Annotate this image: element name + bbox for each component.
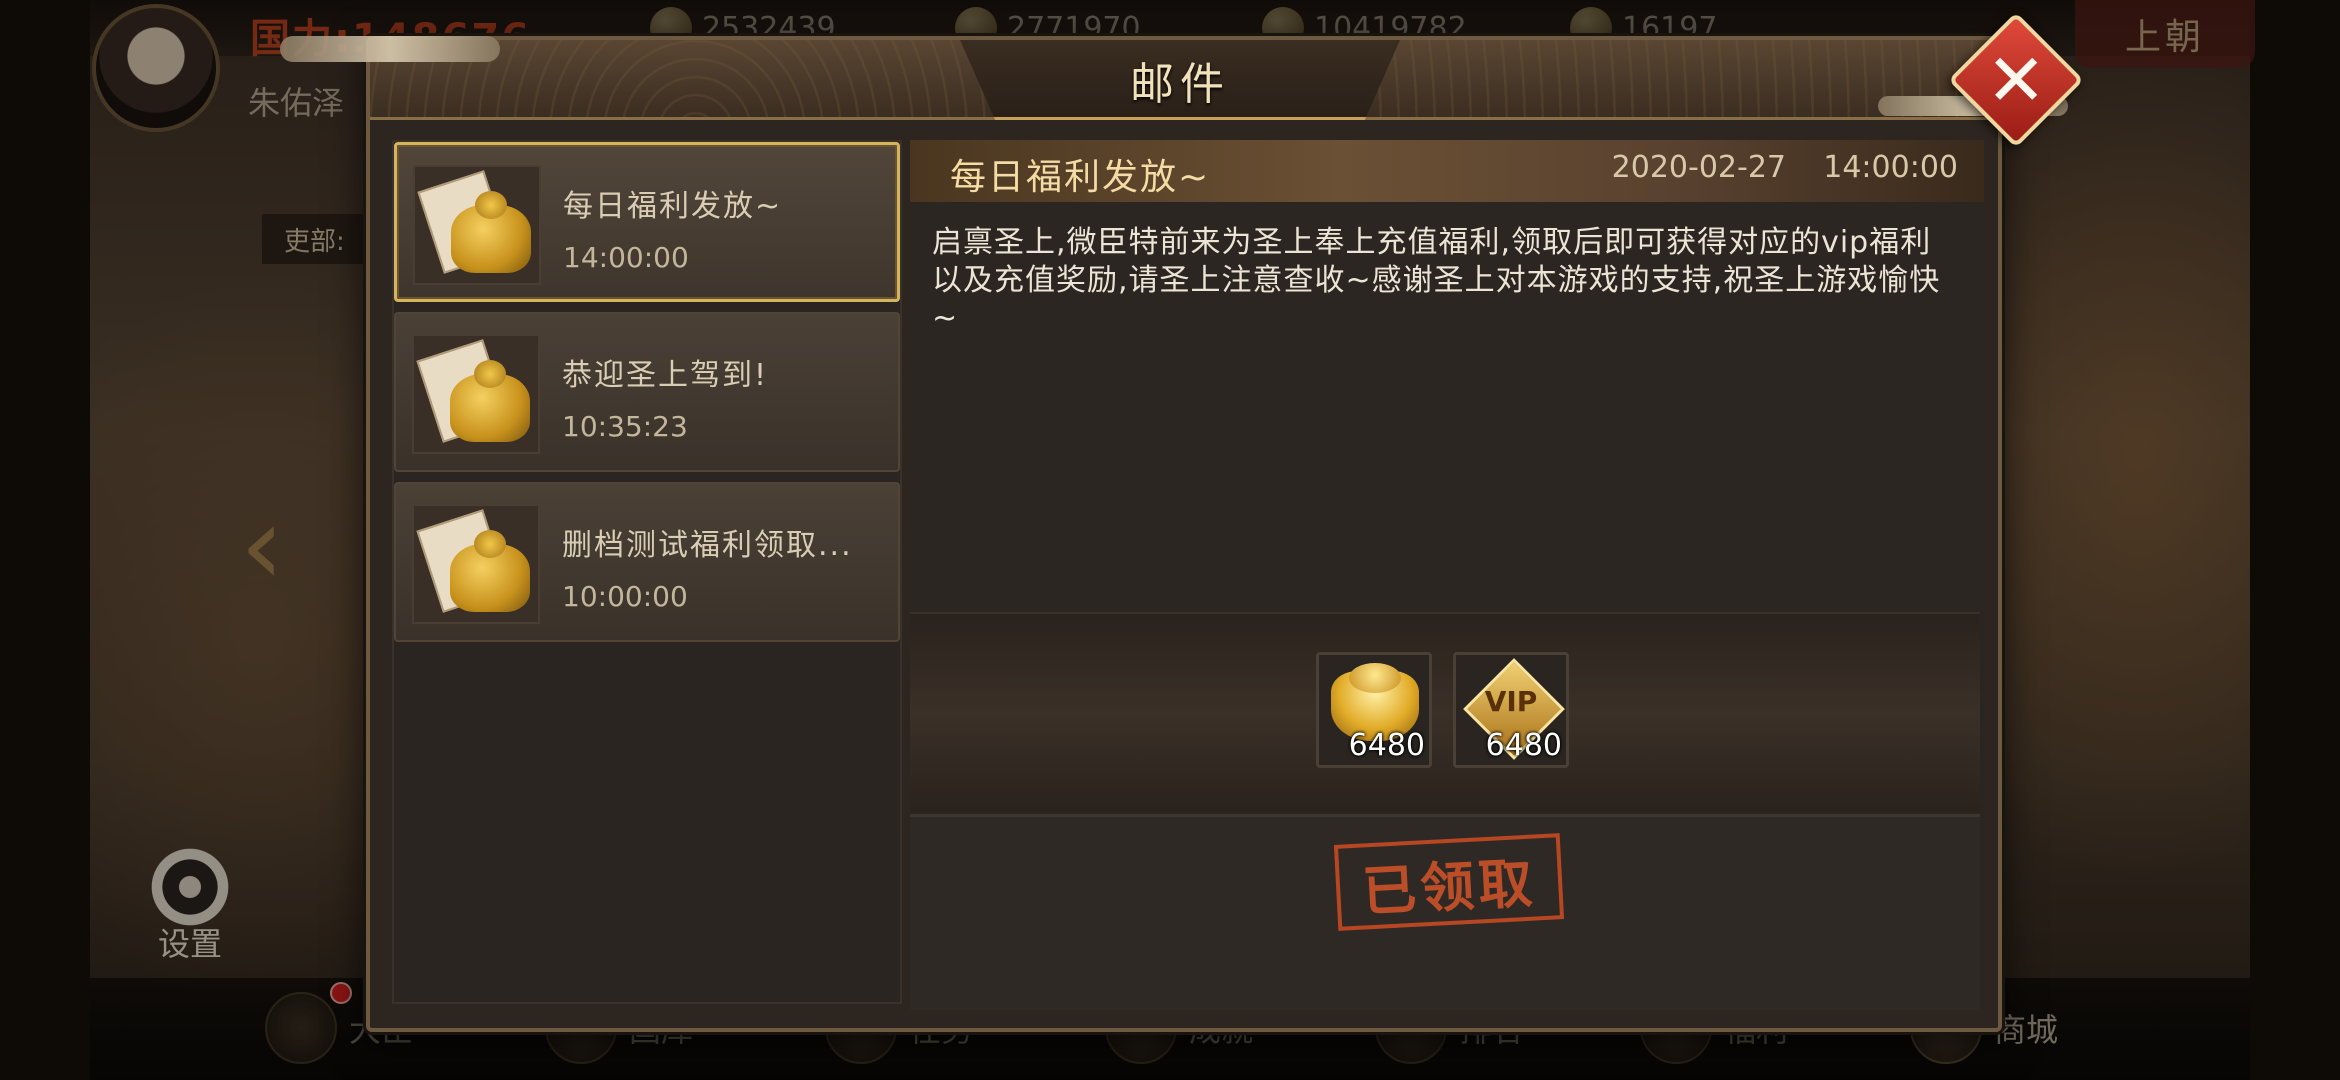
mail-body-text: 启禀圣上,微臣特前来为圣上奉上充值福利,领取后即可获得对应的vip福利以及充值奖…: [932, 225, 1941, 336]
mail-item-time: 10:35:23: [562, 410, 688, 443]
mail-item-title: 每日福利发放~: [563, 189, 783, 224]
mail-detail: 每日福利发放~ 2020-02-27 14:00:00 启禀圣上,微臣特前来为圣…: [910, 140, 1984, 1010]
mail-item-title: 删档测试福利领取...: [562, 528, 853, 563]
mail-item-time: 10:00:00: [562, 580, 688, 613]
claim-area: 已领取: [910, 814, 1980, 1010]
reward-item[interactable]: 6480: [1316, 652, 1432, 768]
mail-item-time: 14:00:00: [563, 241, 689, 274]
close-icon: ✕: [1985, 37, 2047, 122]
reward-item[interactable]: VIP 6480: [1453, 652, 1569, 768]
mail-list-item[interactable]: 恭迎圣上驾到! 10:35:23: [394, 312, 900, 472]
mail-package-icon: [412, 504, 540, 624]
detail-header: 每日福利发放~ 2020-02-27 14:00:00: [910, 140, 1984, 202]
reward-count: 6480: [1485, 728, 1562, 763]
mail-package-icon: [412, 334, 540, 454]
vip-label: VIP: [1484, 685, 1538, 718]
mail-package-icon: [413, 165, 541, 285]
rewards-area: 6480 VIP 6480: [910, 612, 1980, 812]
detail-title: 每日福利发放~: [950, 157, 1211, 198]
reward-count: 6480: [1348, 728, 1425, 763]
dialog-header: 邮件: [280, 36, 2068, 120]
mail-list-item[interactable]: 删档测试福利领取... 10:00:00: [394, 482, 900, 642]
detail-body: 启禀圣上,微臣特前来为圣上奉上充值福利,领取后即可获得对应的vip福利以及充值奖…: [910, 202, 1984, 612]
detail-date: 2020-02-27: [1611, 150, 1786, 185]
mail-list-item[interactable]: 每日福利发放~ 14:00:00: [394, 142, 900, 302]
mail-dialog: 邮件 每日福利发放~ 14:00:00 恭迎圣上驾到! 10:35:23 删档测…: [280, 36, 2068, 1032]
claimed-stamp: 已领取: [1333, 833, 1565, 931]
mail-item-title: 恭迎圣上驾到!: [562, 358, 769, 393]
scroll-ornament-left: [280, 36, 500, 62]
detail-time: 14:00:00: [1823, 150, 1958, 185]
mail-list: 每日福利发放~ 14:00:00 恭迎圣上驾到! 10:35:23 删档测试福利…: [392, 140, 902, 1004]
dialog-title: 邮件: [1130, 59, 1230, 110]
game-screen: 国力:148676 朱佑泽 2532439 2771970 10419782 1…: [0, 0, 2340, 1080]
